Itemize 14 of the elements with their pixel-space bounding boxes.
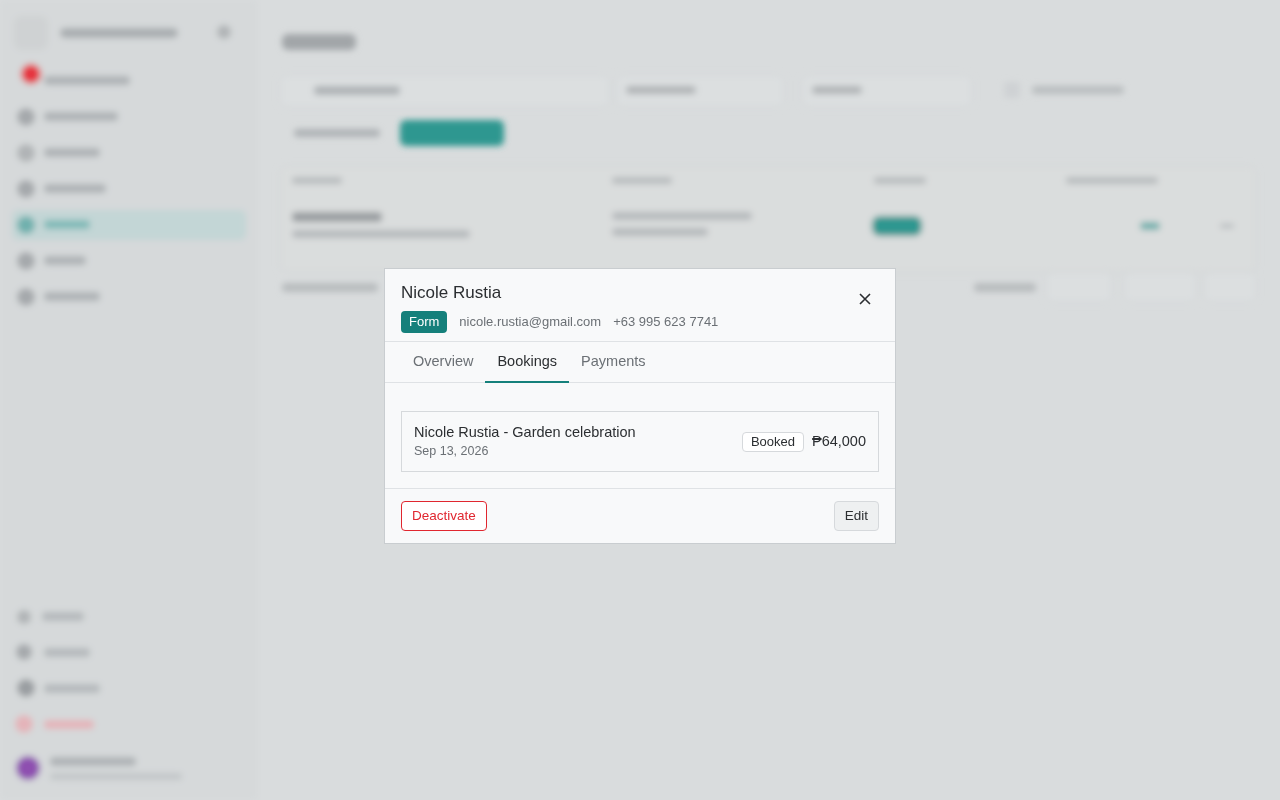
phone-text: +63 995 623 7741 [613,313,719,331]
status-badge: Booked [741,431,804,452]
booking-date: Sep 13, 2026 [414,443,490,461]
tab[interactable]: Payments [569,341,658,384]
dialog-title: Nicole Rustia [401,282,503,304]
amount-text: ₱64,000 [811,431,866,451]
deactivate-button[interactable]: Deactivate [401,501,487,532]
email-text: nicole.rustia@gmail.com [459,313,602,331]
booking-title: Nicole Rustia - Garden celebration [414,423,636,443]
edit-button[interactable]: Edit [833,501,879,532]
tab[interactable]: Overview [401,341,486,384]
booking-card[interactable]: Nicole Rustia - Garden celebration Sep 13, 2026 Booked ₱64,000 [401,411,879,472]
tab[interactable]: Bookings [485,341,570,384]
source-badge: Form [401,311,448,333]
